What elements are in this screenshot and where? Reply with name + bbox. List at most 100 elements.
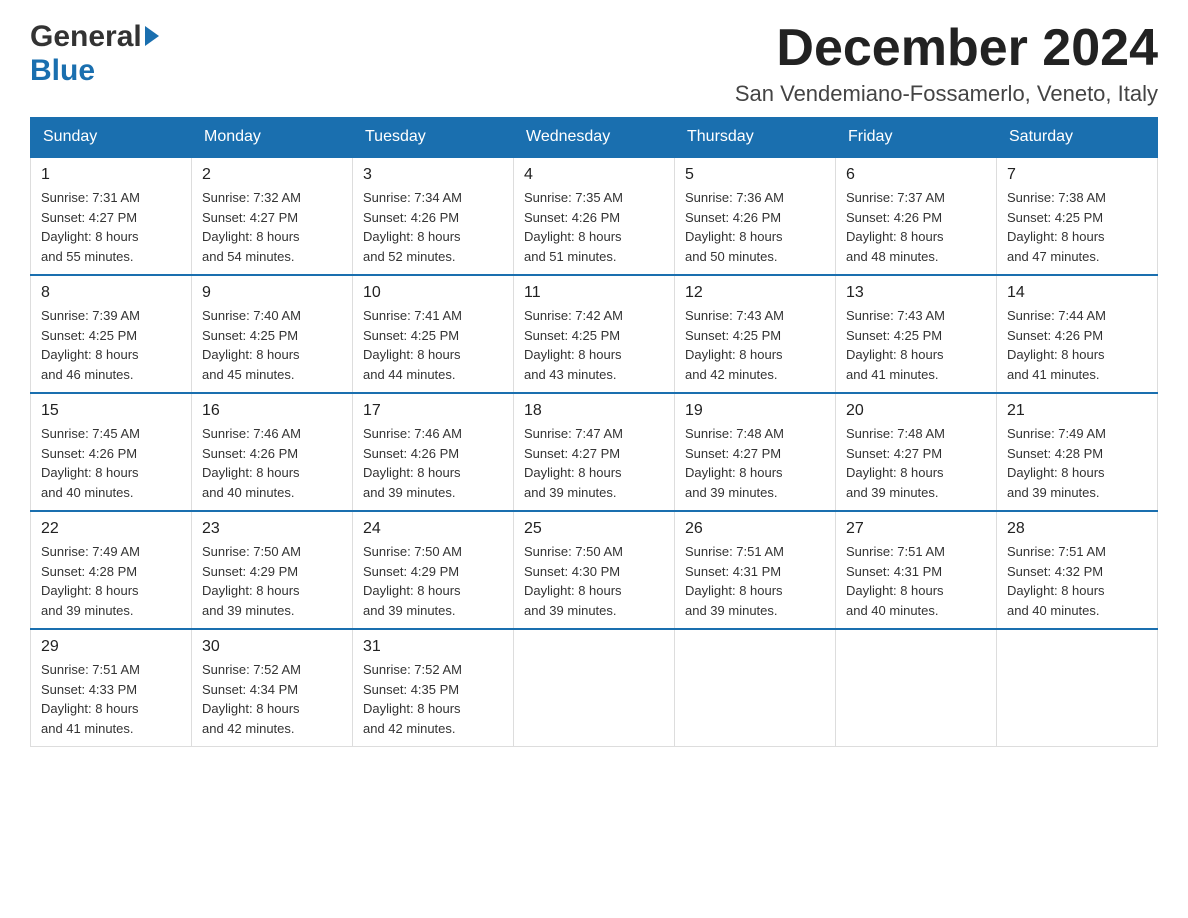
calendar-cell: 25 Sunrise: 7:50 AM Sunset: 4:30 PM Dayl… bbox=[514, 511, 675, 629]
header-monday: Monday bbox=[192, 118, 353, 158]
calendar-cell: 7 Sunrise: 7:38 AM Sunset: 4:25 PM Dayli… bbox=[997, 157, 1158, 275]
header-friday: Friday bbox=[836, 118, 997, 158]
day-info: Sunrise: 7:50 AM Sunset: 4:30 PM Dayligh… bbox=[524, 542, 664, 620]
day-number: 3 bbox=[363, 166, 503, 184]
day-number: 27 bbox=[846, 520, 986, 538]
day-info: Sunrise: 7:43 AM Sunset: 4:25 PM Dayligh… bbox=[685, 306, 825, 384]
calendar-cell: 19 Sunrise: 7:48 AM Sunset: 4:27 PM Dayl… bbox=[675, 393, 836, 511]
header-tuesday: Tuesday bbox=[353, 118, 514, 158]
calendar-cell: 26 Sunrise: 7:51 AM Sunset: 4:31 PM Dayl… bbox=[675, 511, 836, 629]
day-info: Sunrise: 7:43 AM Sunset: 4:25 PM Dayligh… bbox=[846, 306, 986, 384]
day-info: Sunrise: 7:42 AM Sunset: 4:25 PM Dayligh… bbox=[524, 306, 664, 384]
calendar-cell: 29 Sunrise: 7:51 AM Sunset: 4:33 PM Dayl… bbox=[31, 629, 192, 747]
calendar-cell: 4 Sunrise: 7:35 AM Sunset: 4:26 PM Dayli… bbox=[514, 157, 675, 275]
calendar-cell: 3 Sunrise: 7:34 AM Sunset: 4:26 PM Dayli… bbox=[353, 157, 514, 275]
calendar-table: SundayMondayTuesdayWednesdayThursdayFrid… bbox=[30, 117, 1158, 747]
calendar-cell: 11 Sunrise: 7:42 AM Sunset: 4:25 PM Dayl… bbox=[514, 275, 675, 393]
calendar-cell: 6 Sunrise: 7:37 AM Sunset: 4:26 PM Dayli… bbox=[836, 157, 997, 275]
day-info: Sunrise: 7:48 AM Sunset: 4:27 PM Dayligh… bbox=[685, 424, 825, 502]
calendar-week-row: 29 Sunrise: 7:51 AM Sunset: 4:33 PM Dayl… bbox=[31, 629, 1158, 747]
day-number: 26 bbox=[685, 520, 825, 538]
day-info: Sunrise: 7:45 AM Sunset: 4:26 PM Dayligh… bbox=[41, 424, 181, 502]
day-info: Sunrise: 7:46 AM Sunset: 4:26 PM Dayligh… bbox=[202, 424, 342, 502]
day-info: Sunrise: 7:51 AM Sunset: 4:31 PM Dayligh… bbox=[846, 542, 986, 620]
calendar-cell: 27 Sunrise: 7:51 AM Sunset: 4:31 PM Dayl… bbox=[836, 511, 997, 629]
day-info: Sunrise: 7:49 AM Sunset: 4:28 PM Dayligh… bbox=[1007, 424, 1147, 502]
day-info: Sunrise: 7:51 AM Sunset: 4:33 PM Dayligh… bbox=[41, 660, 181, 738]
page-header: General Blue December 2024 San Vendemian… bbox=[30, 20, 1158, 107]
day-number: 15 bbox=[41, 402, 181, 420]
calendar-cell: 16 Sunrise: 7:46 AM Sunset: 4:26 PM Dayl… bbox=[192, 393, 353, 511]
calendar-cell: 24 Sunrise: 7:50 AM Sunset: 4:29 PM Dayl… bbox=[353, 511, 514, 629]
calendar-cell: 20 Sunrise: 7:48 AM Sunset: 4:27 PM Dayl… bbox=[836, 393, 997, 511]
day-number: 19 bbox=[685, 402, 825, 420]
day-info: Sunrise: 7:40 AM Sunset: 4:25 PM Dayligh… bbox=[202, 306, 342, 384]
header-sunday: Sunday bbox=[31, 118, 192, 158]
calendar-cell: 13 Sunrise: 7:43 AM Sunset: 4:25 PM Dayl… bbox=[836, 275, 997, 393]
calendar-cell: 8 Sunrise: 7:39 AM Sunset: 4:25 PM Dayli… bbox=[31, 275, 192, 393]
calendar-header-row: SundayMondayTuesdayWednesdayThursdayFrid… bbox=[31, 118, 1158, 158]
calendar-cell: 1 Sunrise: 7:31 AM Sunset: 4:27 PM Dayli… bbox=[31, 157, 192, 275]
day-info: Sunrise: 7:39 AM Sunset: 4:25 PM Dayligh… bbox=[41, 306, 181, 384]
title-section: December 2024 San Vendemiano-Fossamerlo,… bbox=[735, 20, 1158, 107]
day-info: Sunrise: 7:34 AM Sunset: 4:26 PM Dayligh… bbox=[363, 188, 503, 266]
day-number: 25 bbox=[524, 520, 664, 538]
day-number: 31 bbox=[363, 638, 503, 656]
calendar-cell: 9 Sunrise: 7:40 AM Sunset: 4:25 PM Dayli… bbox=[192, 275, 353, 393]
day-info: Sunrise: 7:51 AM Sunset: 4:31 PM Dayligh… bbox=[685, 542, 825, 620]
calendar-cell: 17 Sunrise: 7:46 AM Sunset: 4:26 PM Dayl… bbox=[353, 393, 514, 511]
calendar-cell: 14 Sunrise: 7:44 AM Sunset: 4:26 PM Dayl… bbox=[997, 275, 1158, 393]
calendar-cell bbox=[836, 629, 997, 747]
calendar-week-row: 22 Sunrise: 7:49 AM Sunset: 4:28 PM Dayl… bbox=[31, 511, 1158, 629]
logo-arrow-icon bbox=[145, 26, 159, 46]
calendar-cell: 18 Sunrise: 7:47 AM Sunset: 4:27 PM Dayl… bbox=[514, 393, 675, 511]
day-info: Sunrise: 7:50 AM Sunset: 4:29 PM Dayligh… bbox=[202, 542, 342, 620]
calendar-week-row: 8 Sunrise: 7:39 AM Sunset: 4:25 PM Dayli… bbox=[31, 275, 1158, 393]
day-number: 11 bbox=[524, 284, 664, 302]
day-number: 13 bbox=[846, 284, 986, 302]
calendar-cell: 31 Sunrise: 7:52 AM Sunset: 4:35 PM Dayl… bbox=[353, 629, 514, 747]
day-number: 18 bbox=[524, 402, 664, 420]
calendar-cell: 22 Sunrise: 7:49 AM Sunset: 4:28 PM Dayl… bbox=[31, 511, 192, 629]
day-info: Sunrise: 7:52 AM Sunset: 4:34 PM Dayligh… bbox=[202, 660, 342, 738]
logo: General Blue bbox=[30, 20, 159, 88]
day-info: Sunrise: 7:37 AM Sunset: 4:26 PM Dayligh… bbox=[846, 188, 986, 266]
day-info: Sunrise: 7:51 AM Sunset: 4:32 PM Dayligh… bbox=[1007, 542, 1147, 620]
calendar-week-row: 15 Sunrise: 7:45 AM Sunset: 4:26 PM Dayl… bbox=[31, 393, 1158, 511]
calendar-cell: 5 Sunrise: 7:36 AM Sunset: 4:26 PM Dayli… bbox=[675, 157, 836, 275]
day-number: 12 bbox=[685, 284, 825, 302]
day-number: 5 bbox=[685, 166, 825, 184]
calendar-cell bbox=[997, 629, 1158, 747]
calendar-cell: 2 Sunrise: 7:32 AM Sunset: 4:27 PM Dayli… bbox=[192, 157, 353, 275]
calendar-cell bbox=[675, 629, 836, 747]
day-info: Sunrise: 7:47 AM Sunset: 4:27 PM Dayligh… bbox=[524, 424, 664, 502]
calendar-week-row: 1 Sunrise: 7:31 AM Sunset: 4:27 PM Dayli… bbox=[31, 157, 1158, 275]
day-info: Sunrise: 7:50 AM Sunset: 4:29 PM Dayligh… bbox=[363, 542, 503, 620]
calendar-cell: 30 Sunrise: 7:52 AM Sunset: 4:34 PM Dayl… bbox=[192, 629, 353, 747]
header-saturday: Saturday bbox=[997, 118, 1158, 158]
day-number: 10 bbox=[363, 284, 503, 302]
day-info: Sunrise: 7:41 AM Sunset: 4:25 PM Dayligh… bbox=[363, 306, 503, 384]
calendar-cell: 28 Sunrise: 7:51 AM Sunset: 4:32 PM Dayl… bbox=[997, 511, 1158, 629]
logo-blue-text: Blue bbox=[30, 54, 95, 87]
day-number: 29 bbox=[41, 638, 181, 656]
day-info: Sunrise: 7:52 AM Sunset: 4:35 PM Dayligh… bbox=[363, 660, 503, 738]
calendar-cell: 10 Sunrise: 7:41 AM Sunset: 4:25 PM Dayl… bbox=[353, 275, 514, 393]
logo-general-text: General bbox=[30, 20, 142, 54]
day-info: Sunrise: 7:46 AM Sunset: 4:26 PM Dayligh… bbox=[363, 424, 503, 502]
day-number: 2 bbox=[202, 166, 342, 184]
day-number: 1 bbox=[41, 166, 181, 184]
day-info: Sunrise: 7:44 AM Sunset: 4:26 PM Dayligh… bbox=[1007, 306, 1147, 384]
day-number: 24 bbox=[363, 520, 503, 538]
day-info: Sunrise: 7:35 AM Sunset: 4:26 PM Dayligh… bbox=[524, 188, 664, 266]
day-info: Sunrise: 7:32 AM Sunset: 4:27 PM Dayligh… bbox=[202, 188, 342, 266]
day-info: Sunrise: 7:49 AM Sunset: 4:28 PM Dayligh… bbox=[41, 542, 181, 620]
calendar-cell: 21 Sunrise: 7:49 AM Sunset: 4:28 PM Dayl… bbox=[997, 393, 1158, 511]
day-number: 6 bbox=[846, 166, 986, 184]
day-number: 23 bbox=[202, 520, 342, 538]
calendar-cell: 15 Sunrise: 7:45 AM Sunset: 4:26 PM Dayl… bbox=[31, 393, 192, 511]
calendar-cell: 23 Sunrise: 7:50 AM Sunset: 4:29 PM Dayl… bbox=[192, 511, 353, 629]
day-number: 4 bbox=[524, 166, 664, 184]
day-info: Sunrise: 7:31 AM Sunset: 4:27 PM Dayligh… bbox=[41, 188, 181, 266]
calendar-cell: 12 Sunrise: 7:43 AM Sunset: 4:25 PM Dayl… bbox=[675, 275, 836, 393]
